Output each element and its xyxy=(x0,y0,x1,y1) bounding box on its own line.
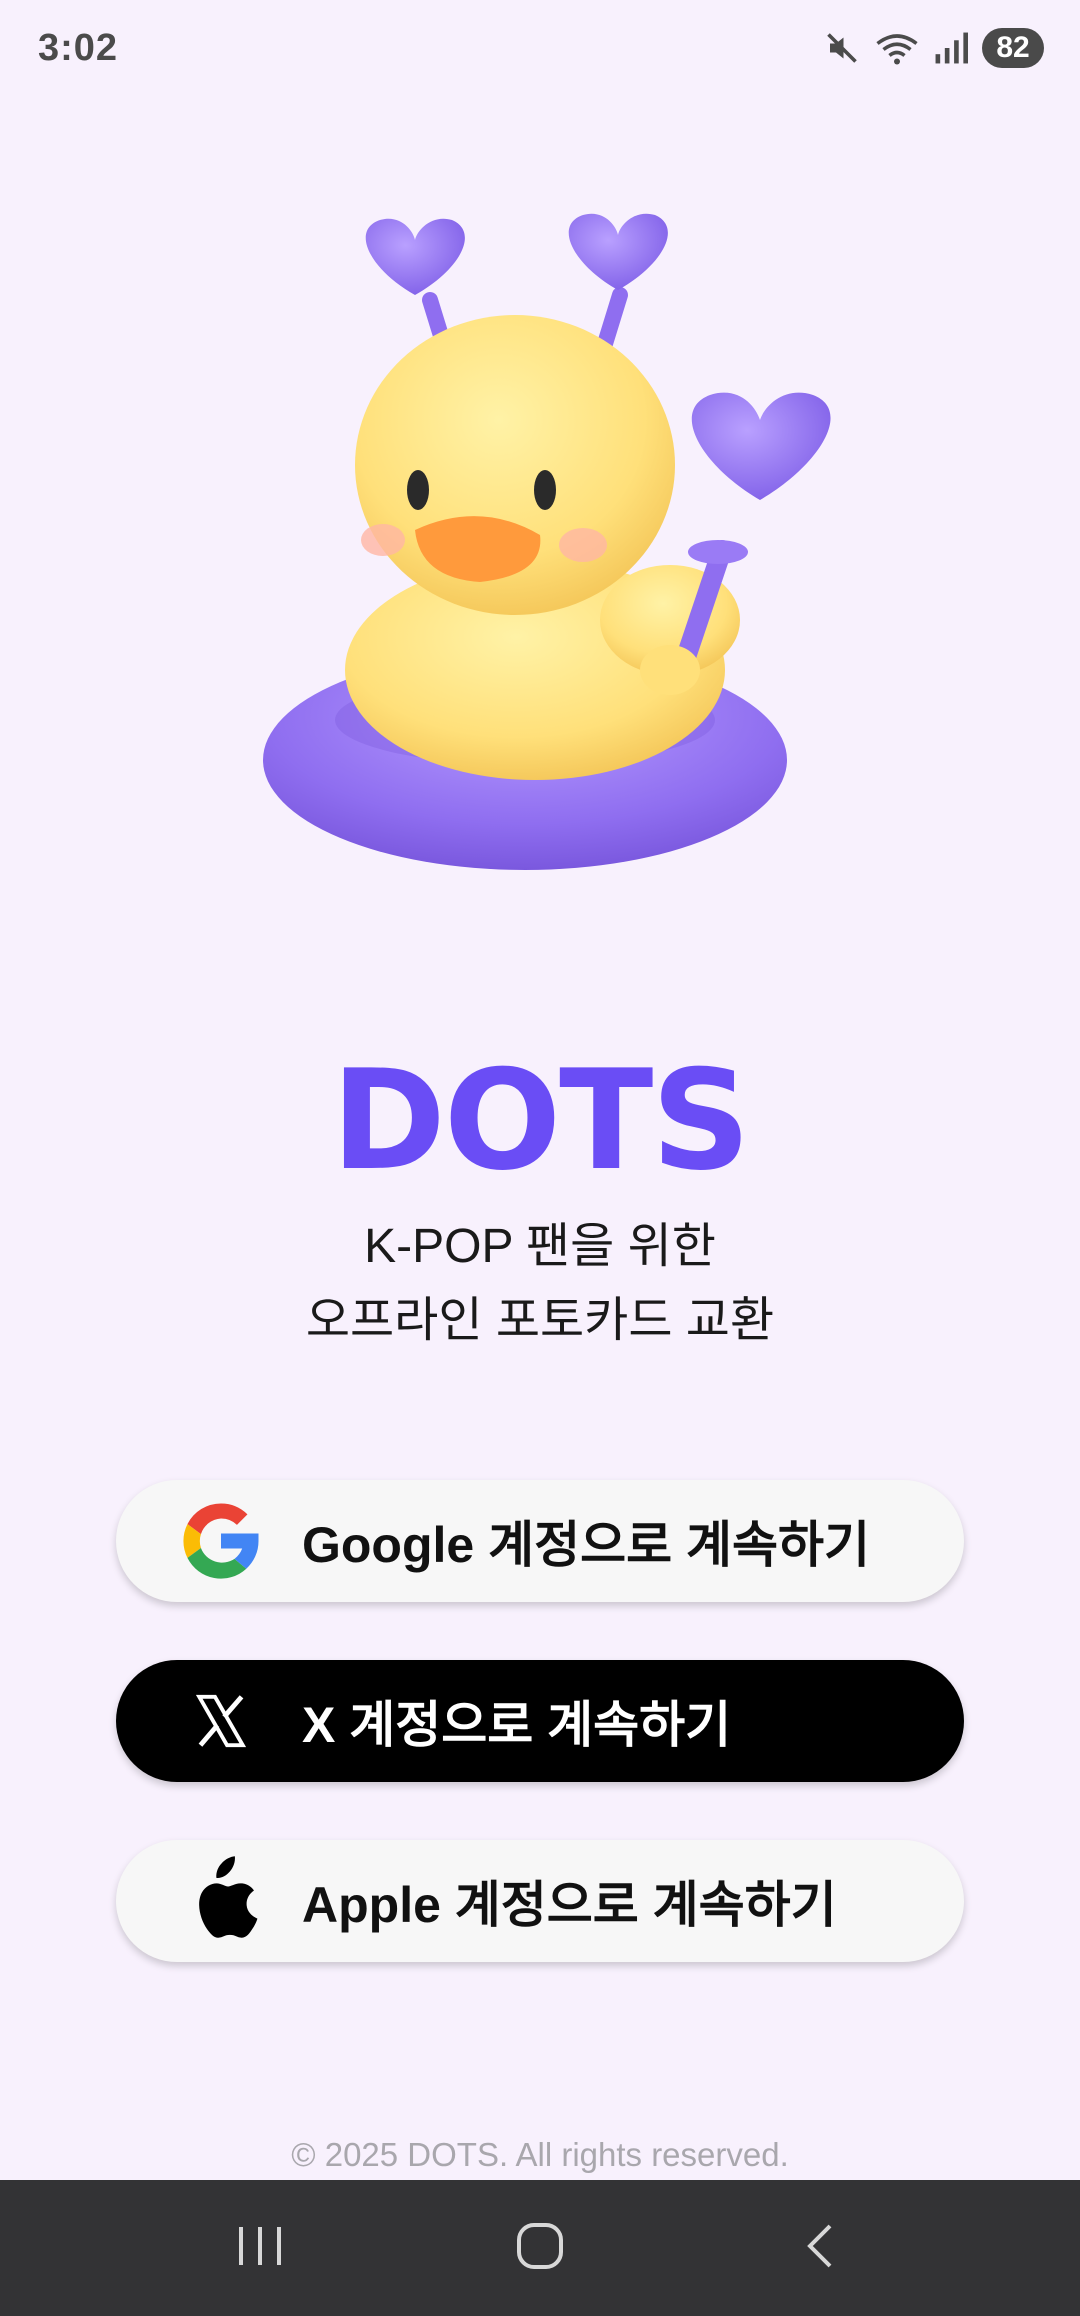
apple-login-label: Apple 계정으로 계속하기 xyxy=(302,1877,837,1933)
x-login-button[interactable]: X 계정으로 계속하기 xyxy=(116,1660,964,1782)
battery-indicator: 82 xyxy=(982,28,1044,68)
signal-icon xyxy=(934,32,968,64)
brand-logo: DOTS xyxy=(331,1040,750,1201)
back-button[interactable] xyxy=(760,2198,880,2298)
recent-apps-icon xyxy=(235,2223,285,2274)
google-login-button[interactable]: Google 계정으로 계속하기 xyxy=(116,1480,964,1602)
status-icons: 82 xyxy=(824,28,1044,68)
system-navigation-bar xyxy=(0,2180,1080,2316)
x-logo-icon xyxy=(176,1676,266,1766)
status-time: 3:02 xyxy=(38,26,119,69)
recent-apps-button[interactable] xyxy=(200,2198,320,2298)
tagline: K-POP 팬을 위한 오프라인 포토카드 교환 xyxy=(0,1210,1080,1358)
wifi-icon xyxy=(874,30,920,66)
mute-icon xyxy=(824,30,860,66)
status-bar: 3:02 82 xyxy=(0,0,1080,96)
back-icon xyxy=(800,2221,840,2276)
tagline-line-1: K-POP 팬을 위한 xyxy=(364,1220,716,1273)
google-login-label: Google 계정으로 계속하기 xyxy=(302,1517,870,1573)
tagline-line-2: 오프라인 포토카드 교환 xyxy=(305,1294,775,1347)
apple-login-button[interactable]: Apple 계정으로 계속하기 xyxy=(116,1840,964,1962)
home-button[interactable] xyxy=(480,2198,600,2298)
copyright-text: © 2025 DOTS. All rights reserved. xyxy=(291,2136,789,2173)
x-login-label: X 계정으로 계속하기 xyxy=(302,1697,732,1753)
duck-mascot-illustration xyxy=(250,200,850,900)
google-icon xyxy=(176,1496,266,1586)
home-icon xyxy=(515,2221,565,2276)
apple-logo-icon xyxy=(176,1856,266,1946)
